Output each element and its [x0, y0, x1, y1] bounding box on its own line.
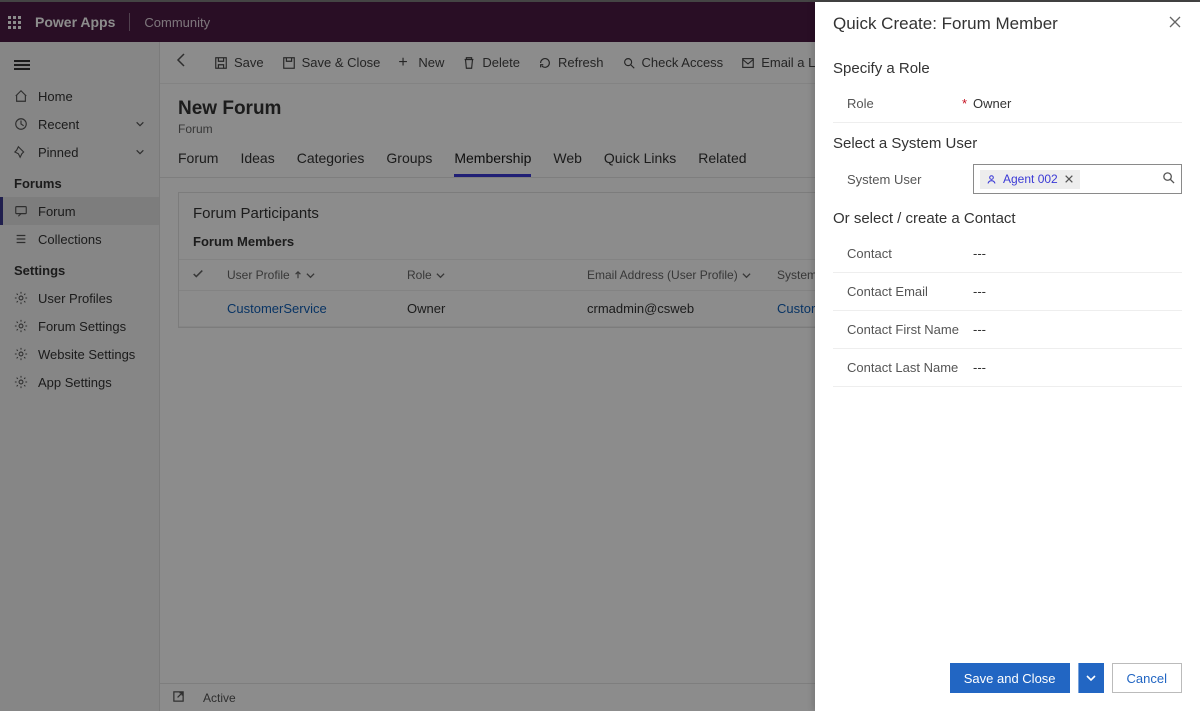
field-role[interactable]: Role * Owner [833, 85, 1182, 123]
contact-last-label: Contact Last Name [833, 360, 973, 375]
chevron-down-icon [1086, 673, 1096, 683]
contact-label: Contact [833, 246, 973, 261]
quick-create-panel: Quick Create: Forum Member Specify a Rol… [815, 2, 1200, 711]
field-system-user: System User Agent 002 [833, 160, 1182, 198]
section-role: Specify a Role [833, 60, 1182, 77]
search-icon[interactable] [1162, 171, 1175, 187]
contact-email-label: Contact Email [833, 284, 973, 299]
field-contact-last[interactable]: Contact Last Name --- [833, 349, 1182, 387]
contact-value[interactable]: --- [973, 246, 1182, 261]
contact-first-label: Contact First Name [833, 322, 973, 337]
required-icon: * [962, 96, 967, 111]
contact-last-value[interactable]: --- [973, 360, 1182, 375]
field-contact[interactable]: Contact --- [833, 235, 1182, 273]
system-user-lookup[interactable]: Agent 002 [973, 164, 1182, 194]
save-and-close-button[interactable]: Save and Close [950, 663, 1070, 693]
save-split-button[interactable] [1078, 663, 1104, 693]
cancel-button[interactable]: Cancel [1112, 663, 1182, 693]
modal-overlay[interactable] [0, 2, 815, 711]
person-icon [986, 174, 997, 185]
field-contact-first[interactable]: Contact First Name --- [833, 311, 1182, 349]
flyout-title: Quick Create: Forum Member [833, 14, 1168, 34]
contact-first-value[interactable]: --- [973, 322, 1182, 337]
lookup-pill[interactable]: Agent 002 [980, 170, 1080, 189]
contact-email-value[interactable]: --- [973, 284, 1182, 299]
lookup-pill-label: Agent 002 [1003, 172, 1058, 186]
section-system-user: Select a System User [833, 135, 1182, 152]
remove-icon[interactable] [1064, 172, 1074, 187]
flyout-footer: Save and Close Cancel [815, 653, 1200, 711]
section-contact: Or select / create a Contact [833, 210, 1182, 227]
role-label: Role [847, 96, 874, 111]
system-user-label: System User [847, 172, 921, 187]
role-value[interactable]: Owner [973, 96, 1182, 111]
close-icon[interactable] [1168, 15, 1182, 34]
field-contact-email[interactable]: Contact Email --- [833, 273, 1182, 311]
